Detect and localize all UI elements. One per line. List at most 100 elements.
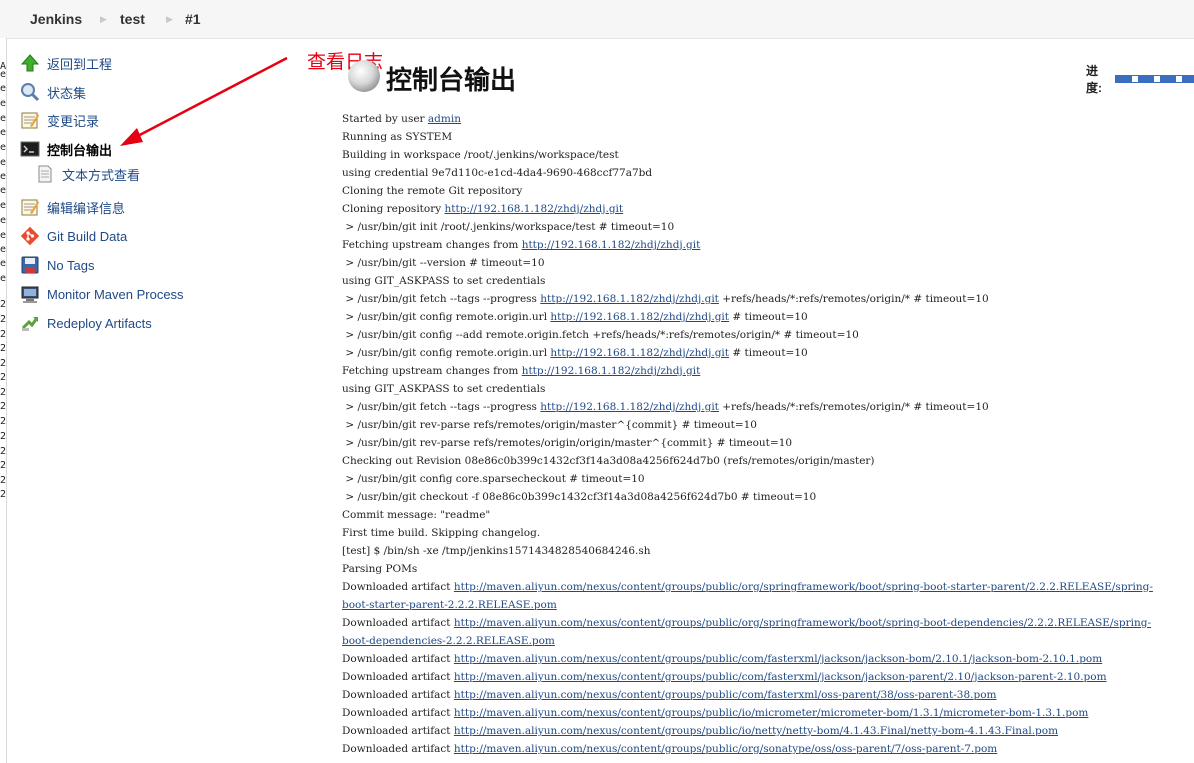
console-line: > /usr/bin/git checkout -f 08e86c0b399c1… — [342, 488, 1194, 506]
console-link[interactable]: http://192.168.1.182/zhdj/zhdj.git — [445, 203, 624, 215]
console-link[interactable]: http://192.168.1.182/zhdj/zhdj.git — [550, 347, 729, 359]
edge-char: e — [0, 273, 7, 284]
console-text: Parsing POMs — [342, 563, 418, 575]
document-icon — [35, 164, 55, 184]
console-text: Downloaded artifact — [342, 689, 454, 701]
console-link[interactable]: http://maven.aliyun.com/nexus/content/gr… — [454, 581, 1153, 593]
progress-bar — [1114, 75, 1194, 83]
sidebar-item-monitor-maven-process[interactable]: Monitor Maven Process — [20, 283, 184, 305]
console-line: > /usr/bin/git init /root/.jenkins/works… — [342, 218, 1194, 236]
annotation-arrow-icon — [120, 56, 288, 146]
console-link[interactable]: http://192.168.1.182/zhdj/zhdj.git — [540, 293, 719, 305]
status-ball-icon — [346, 58, 382, 99]
sidebar-item-label: No Tags — [47, 257, 95, 273]
console-text: +refs/heads/*:refs/remotes/origin/* # ti… — [718, 293, 989, 305]
console-text: > /usr/bin/git config --add remote.origi… — [342, 329, 859, 341]
console-text: Downloaded artifact — [342, 743, 454, 755]
console-text: Building in workspace /root/.jenkins/wor… — [342, 149, 619, 161]
edge-char: e — [0, 200, 7, 211]
console-line: Commit message: "readme" — [342, 506, 1194, 524]
console-text: > /usr/bin/git --version # timeout=10 — [342, 257, 545, 269]
redeploy-icon — [20, 313, 40, 333]
console-link[interactable]: http://maven.aliyun.com/nexus/content/gr… — [454, 617, 1151, 629]
console-line: using GIT_ASKPASS to set credentials — [342, 272, 1194, 290]
console-text: Cloning repository — [342, 203, 445, 215]
edge-char: e — [0, 215, 7, 226]
edge-char: e — [0, 185, 7, 196]
edge-char: 2 — [0, 489, 7, 500]
edge-char: 2 — [0, 372, 7, 383]
sidebar-item-no-tags[interactable]: No Tags — [20, 254, 94, 276]
console-link[interactable]: http://192.168.1.182/zhdj/zhdj.git — [522, 239, 701, 251]
console-text: > /usr/bin/git config remote.origin.url — [342, 311, 551, 323]
console-link[interactable]: http://maven.aliyun.com/nexus/content/gr… — [454, 671, 1107, 683]
console-line: Cloning repository http://192.168.1.182/… — [342, 200, 1194, 218]
sidebar-item-view-as-plain-text[interactable]: 文本方式查看 — [35, 163, 140, 185]
console-line: > /usr/bin/git rev-parse refs/remotes/or… — [342, 416, 1194, 434]
console-link[interactable]: boot-dependencies-2.2.2.RELEASE.pom — [342, 635, 555, 647]
console-link[interactable]: http://192.168.1.182/zhdj/zhdj.git — [550, 311, 729, 323]
console-text: Running as SYSTEM — [342, 131, 453, 143]
console-link[interactable]: http://192.168.1.182/zhdj/zhdj.git — [522, 365, 701, 377]
sidebar-item-label: 编辑编译信息 — [47, 200, 126, 216]
progress: 进度: — [1086, 62, 1194, 96]
edge-char: 2 — [0, 329, 7, 340]
console-text: > /usr/bin/git rev-parse refs/remotes/or… — [342, 419, 757, 431]
console-line: > /usr/bin/git fetch --tags --progress h… — [342, 398, 1194, 416]
console-line: Cloning the remote Git repository — [342, 182, 1194, 200]
console-text: Downloaded artifact — [342, 725, 454, 737]
console-text: Started by user — [342, 113, 428, 125]
console-line: Downloaded artifact http://maven.aliyun.… — [342, 650, 1194, 668]
console-link[interactable]: http://192.168.1.182/zhdj/zhdj.git — [540, 401, 719, 413]
console-text: > /usr/bin/git fetch --tags --progress — [342, 293, 541, 305]
edge-char: 2 — [0, 446, 7, 457]
console-text: Cloning the remote Git repository — [342, 185, 523, 197]
console-line: Downloaded artifact http://maven.aliyun.… — [342, 740, 1194, 758]
page-title: 控制台输出 — [346, 58, 516, 99]
console-line: Downloaded artifact http://maven.aliyun.… — [342, 578, 1194, 596]
console-link[interactable]: boot-starter-parent-2.2.2.RELEASE.pom — [342, 599, 557, 611]
console-line: > /usr/bin/git --version # timeout=10 — [342, 254, 1194, 272]
edge-char: 2 — [0, 475, 7, 486]
console-line: using credential 9e7d110c-e1cd-4da4-9690… — [342, 164, 1194, 182]
console-output: Started by user admin Running as SYSTEM Bu… — [342, 110, 1194, 758]
console-link[interactable]: http://maven.aliyun.com/nexus/content/gr… — [454, 725, 1058, 737]
console-link[interactable]: http://maven.aliyun.com/nexus/content/gr… — [454, 653, 1102, 665]
console-line: Running as SYSTEM — [342, 128, 1194, 146]
edge-char: e — [0, 258, 7, 269]
console-link[interactable]: admin — [428, 113, 461, 125]
computer-icon — [20, 284, 40, 304]
console-line: Downloaded artifact http://maven.aliyun.… — [342, 722, 1194, 740]
edge-char: e — [0, 244, 7, 255]
console-line: Fetching upstream changes from http://19… — [342, 236, 1194, 254]
console-text: # timeout=10 — [729, 311, 808, 323]
sidebar-item-redeploy-artifacts[interactable]: Redeploy Artifacts — [20, 312, 152, 334]
console-link[interactable]: http://maven.aliyun.com/nexus/content/gr… — [454, 743, 997, 755]
console-text: Downloaded artifact — [342, 581, 454, 593]
sidebar-item-git-build-data[interactable]: Git Build Data — [20, 225, 127, 247]
console-line: > /usr/bin/git rev-parse refs/remotes/or… — [342, 434, 1194, 452]
console-text: Downloaded artifact — [342, 653, 454, 665]
console-line: > /usr/bin/git config remote.origin.url … — [342, 308, 1194, 326]
console-line: > /usr/bin/git fetch --tags --progress h… — [342, 290, 1194, 308]
edge-char: 2 — [0, 314, 7, 325]
sidebar-item-edit-build-info[interactable]: 编辑编译信息 — [20, 196, 125, 218]
sidebar-item-label: Monitor Maven Process — [47, 286, 184, 302]
edge-char: e — [0, 230, 7, 241]
edge-char: 2 — [0, 299, 7, 310]
console-line: Checking out Revision 08e86c0b399c1432cf… — [342, 452, 1194, 470]
edge-char: 2 — [0, 387, 7, 398]
sidebar-item-label: Git Build Data — [47, 228, 128, 244]
console-link[interactable]: http://maven.aliyun.com/nexus/content/gr… — [454, 707, 1089, 719]
console-line: Started by user admin — [342, 110, 1194, 128]
console-text: Downloaded artifact — [342, 617, 454, 629]
console-line: Downloaded artifact http://maven.aliyun.… — [342, 686, 1194, 704]
console-text: > /usr/bin/git rev-parse refs/remotes/or… — [342, 437, 793, 449]
console-line: > /usr/bin/git config --add remote.origi… — [342, 326, 1194, 344]
console-text: > /usr/bin/git config remote.origin.url — [342, 347, 551, 359]
console-line: > /usr/bin/git config remote.origin.url … — [342, 344, 1194, 362]
console-link[interactable]: http://maven.aliyun.com/nexus/content/gr… — [454, 689, 997, 701]
console-text: > /usr/bin/git checkout -f 08e86c0b399c1… — [342, 491, 817, 503]
edge-char: 2 — [0, 401, 7, 412]
console-line: [test] $ /bin/sh -xe /tmp/jenkins1571434… — [342, 542, 1194, 560]
